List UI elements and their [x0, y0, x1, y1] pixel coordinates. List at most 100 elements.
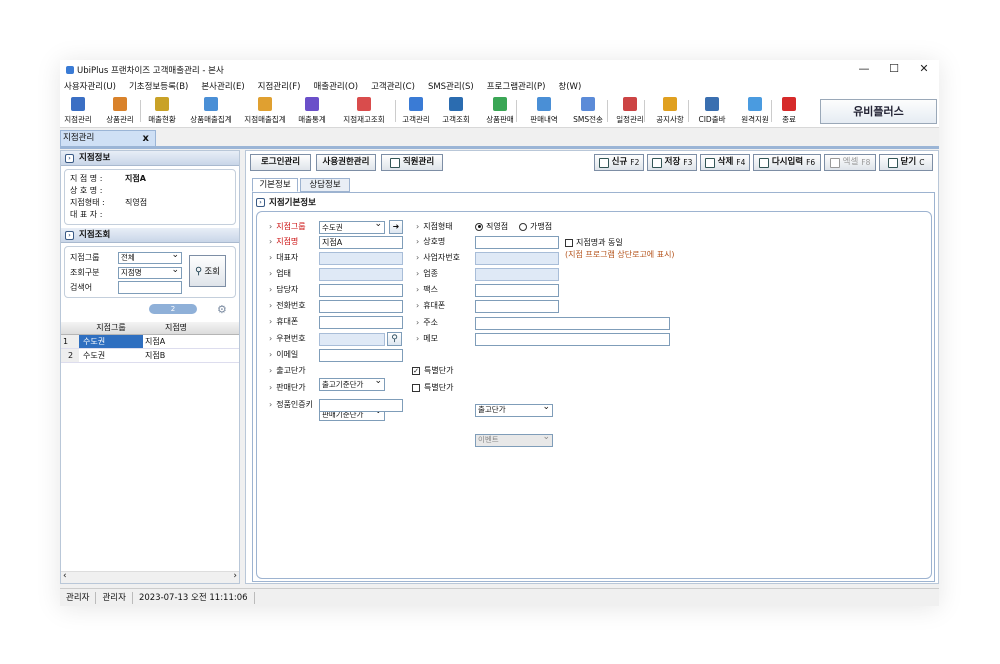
branch-search-title: 지점조회 — [79, 230, 111, 240]
search-box: 지점그룹 전체 조회구분 지점명 검색어 ⚲조회 — [64, 246, 236, 298]
horizontal-scrollbar[interactable]: ‹ › — [61, 571, 239, 583]
field-input-6[interactable] — [319, 316, 403, 329]
toolbar-notice-button[interactable]: 공지사항 — [650, 95, 690, 127]
field-input-3[interactable] — [319, 268, 403, 281]
toolbar-label: 고객조회 — [442, 115, 470, 124]
right-field-input-0[interactable] — [475, 236, 559, 249]
grid-header-index — [61, 322, 79, 334]
toolbar-sms-button[interactable]: SMS전송 — [566, 95, 610, 127]
toolbar-label: 지점관리 — [64, 115, 92, 124]
menu-sms[interactable]: SMS관리(S) — [428, 80, 474, 92]
row-group: 수도권 — [79, 335, 143, 348]
save-button[interactable]: 저장 F3 — [647, 154, 697, 171]
excel-button[interactable]: 엑셀 F8 — [824, 154, 876, 171]
toolbar-calendar-button[interactable]: 일정관리 — [612, 95, 648, 127]
maximize-button[interactable]: ☐ — [879, 62, 909, 76]
toolbar-sell-button[interactable]: 상품판매 — [480, 95, 520, 127]
toolbar-product-sales-button[interactable]: 상품매출집계 — [184, 95, 238, 127]
field-input-1[interactable]: 지점A — [319, 236, 403, 249]
toolbar-exit-button[interactable]: 종료 — [777, 95, 801, 127]
permission-management-button[interactable]: 사용권한관리 — [316, 154, 376, 171]
toolbar-separator — [395, 100, 396, 122]
tab-basic-info[interactable]: 기본정보 — [252, 178, 298, 192]
toolbar-stock-button[interactable]: 지점재고조회 — [335, 95, 393, 127]
doc-tab-close-icon[interactable]: x — [143, 131, 149, 146]
new-button[interactable]: 신규 F2 — [594, 154, 644, 171]
menu-user[interactable]: 사용자관리(U) — [64, 80, 116, 92]
toolbar-customer-button[interactable]: 고객관리 — [398, 95, 434, 127]
right-field-input-4[interactable] — [475, 300, 559, 313]
field-input-2[interactable] — [319, 252, 403, 265]
field-input-5[interactable] — [319, 300, 403, 313]
scroll-left-icon[interactable]: ‹ — [63, 571, 67, 581]
button-label: 엑셀 — [842, 157, 859, 167]
toolbar-history-button[interactable]: 판매내역 — [524, 95, 564, 127]
search-type-select[interactable]: 지점명 — [118, 265, 182, 279]
zip-search-icon[interactable]: ⚲ — [387, 332, 402, 346]
special-price-checkbox-1[interactable]: ✓ — [412, 367, 420, 375]
menu-program[interactable]: 프로그램관리(P) — [487, 80, 546, 92]
field-input-11[interactable] — [319, 399, 403, 412]
zip-input[interactable] — [319, 333, 385, 346]
field-select-9[interactable]: 출고기준단가 — [319, 376, 385, 391]
menu-window[interactable]: 창(W) — [558, 80, 581, 92]
toolbar-remote-button[interactable]: 원격지원 — [735, 95, 775, 127]
info-row: 지점형태 : 직영점 — [70, 197, 230, 209]
table-row[interactable]: 2 수도권 지점B — [61, 349, 239, 363]
search-group-select[interactable]: 전체 — [118, 250, 182, 264]
settings-gear-icon[interactable]: ⚙ — [217, 303, 227, 316]
menu-sales[interactable]: 매출관리(O) — [313, 80, 358, 92]
add-group-icon[interactable]: ➜ — [389, 220, 403, 234]
toolbar-chart-button[interactable]: 매출통계 — [292, 95, 332, 127]
search-button[interactable]: ⚲ 조회 — [189, 255, 226, 287]
radio-label: 직영점 — [486, 222, 509, 231]
button-label: 삭제 — [717, 157, 734, 167]
menu-bar: 사용자관리(U) 기초정보등록(B) 본사관리(E) 지점관리(F) 매출관리(… — [60, 78, 939, 94]
special-price-checkbox-2[interactable] — [412, 384, 420, 392]
reenter-button[interactable]: 다시입력 F6 — [753, 154, 821, 171]
special-price-select-2[interactable]: 이벤트 — [475, 432, 553, 447]
collapse-icon[interactable]: › — [65, 230, 74, 240]
staff-management-button[interactable]: 직원관리 — [381, 154, 443, 171]
toolbar-store-sales-button[interactable]: 지점매출집계 — [238, 95, 292, 127]
toolbar-store-button[interactable]: 지점관리 — [60, 95, 96, 127]
toolbar-customer-search-button[interactable]: 고객조회 — [436, 95, 476, 127]
tab-consult-info[interactable]: 상담정보 — [300, 178, 350, 192]
close-button[interactable]: 닫기 C — [879, 154, 933, 171]
delete-button[interactable]: 삭제 F4 — [700, 154, 750, 171]
menu-hq[interactable]: 본사관리(E) — [201, 80, 244, 92]
toolbar-box-button[interactable]: 상품관리 — [100, 95, 140, 127]
menu-basic-info[interactable]: 기초정보등록(B) — [129, 80, 188, 92]
scroll-right-icon[interactable]: › — [233, 571, 237, 581]
toolbar-sales-button[interactable]: 매출현황 — [144, 95, 180, 127]
special-price-select-1[interactable]: 출고단가 — [475, 402, 553, 417]
field-select-0[interactable]: 수도권 — [319, 219, 385, 234]
login-management-button[interactable]: 로그인관리 — [250, 154, 311, 171]
menu-customer[interactable]: 고객관리(C) — [371, 80, 415, 92]
close-window-button[interactable]: ✕ — [909, 62, 939, 76]
search-keyword-input[interactable] — [118, 281, 182, 294]
field-label-3: 업태 — [269, 268, 291, 280]
store-type-direct[interactable]: 직영점 — [475, 221, 508, 233]
right-field-input-6[interactable] — [475, 333, 670, 346]
right-field-input-3[interactable] — [475, 284, 559, 297]
minimize-button[interactable]: — — [849, 62, 879, 76]
right-field-input-5[interactable] — [475, 317, 670, 330]
field-input-8[interactable] — [319, 349, 403, 362]
right-field-input-2[interactable] — [475, 268, 559, 281]
branch-search-header: › 지점조회 — [61, 228, 239, 243]
table-row[interactable]: 1 수도권 지점A — [61, 335, 239, 349]
collapse-icon[interactable]: › — [65, 153, 74, 163]
toolbar-cid-button[interactable]: CID출바 — [693, 95, 731, 127]
right-field-input-1[interactable] — [475, 252, 559, 265]
same-name-checkbox[interactable]: 지점명과 동일 — [565, 237, 623, 249]
toolbar-label: 상품매출집계 — [190, 115, 232, 124]
radio-icon — [475, 222, 483, 231]
info-row: 지 점 명 : 지점A — [70, 173, 230, 185]
field-input-4[interactable] — [319, 284, 403, 297]
brand-button[interactable]: 유비플러스 — [820, 99, 937, 124]
doc-tab-branch[interactable]: 지점관리 x — [60, 130, 156, 147]
menu-branch[interactable]: 지점관리(F) — [258, 80, 301, 92]
magnifier-icon: ⚲ — [195, 265, 203, 277]
store-type-franchise[interactable]: 가맹점 — [519, 221, 552, 233]
